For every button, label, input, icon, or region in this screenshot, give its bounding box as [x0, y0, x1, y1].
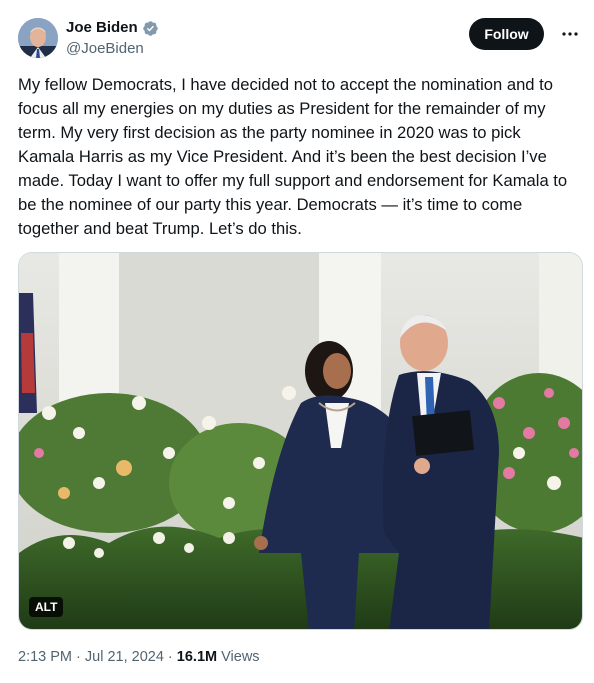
tweet-meta: 2:13 PM · Jul 21, 2024 · 16.1M Views [18, 649, 260, 665]
tweet-header: Joe Biden @JoeBiden Follow [18, 16, 580, 60]
views-count: 16.1M [176, 649, 218, 665]
author-display-name[interactable]: Joe Biden [66, 19, 138, 37]
tweet-text: My fellow Democrats, I have decided not … [18, 75, 568, 238]
photo-image [19, 253, 582, 629]
tweet-photo[interactable]: ALT [18, 252, 583, 630]
timestamp[interactable]: 2:13 PM · Jul 21, 2024 · [18, 649, 177, 665]
author-handle[interactable]: @JoeBiden [66, 40, 159, 58]
avatar[interactable] [18, 18, 58, 58]
views-label: Views [217, 649, 260, 665]
follow-button[interactable]: Follow [469, 18, 544, 50]
verified-badge-icon [142, 20, 159, 37]
alt-text-button[interactable]: ALT [29, 597, 64, 617]
more-icon[interactable] [560, 22, 580, 46]
